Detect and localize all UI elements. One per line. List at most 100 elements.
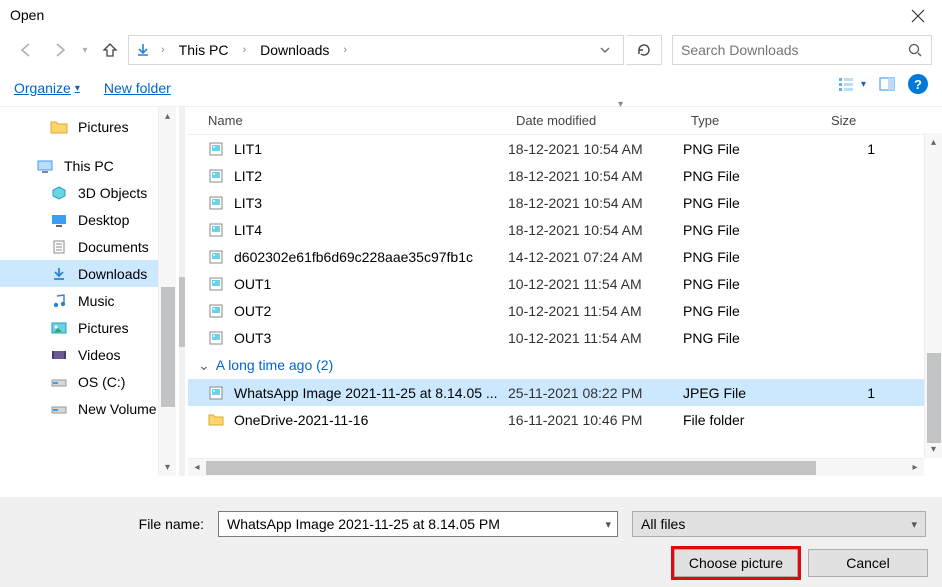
file-type: JPEG File [683, 385, 823, 401]
pane-splitter[interactable] [176, 107, 188, 476]
sidebar-item-this-pc[interactable]: This PC [0, 152, 176, 179]
up-button[interactable] [94, 34, 126, 66]
chevron-down-icon: ⌄ [198, 357, 210, 374]
view-options[interactable]: ▾ [837, 75, 866, 93]
column-type[interactable]: Type [683, 113, 823, 128]
sidebar-item-documents[interactable]: Documents [0, 233, 176, 260]
sidebar-item-downloads[interactable]: Downloads [0, 260, 176, 287]
scroll-left-icon[interactable]: ◂ [188, 459, 206, 476]
date-group-header[interactable]: ⌄ A long time ago (2) [188, 351, 942, 379]
scroll-down-icon[interactable]: ▾ [925, 440, 942, 458]
chevron-down-icon[interactable]: ▾ [911, 518, 917, 531]
sidebar-item-pictures[interactable]: Pictures [0, 113, 176, 140]
sidebar-scrollbar[interactable]: ▴ ▾ [158, 107, 176, 476]
file-row[interactable]: LIT3 18-12-2021 10:54 AMPNG File [188, 189, 942, 216]
navigation-bar: ▾ › This PC › Downloads › [0, 30, 942, 70]
sidebar-item-3d-objects[interactable]: 3D Objects [0, 179, 176, 206]
file-row[interactable]: LIT418-12-2021 10:54 AMPNG File [188, 216, 942, 243]
file-row[interactable]: d602302e61fb6d69c228aae35c97fb1c 14-12-20… [188, 243, 942, 270]
file-date: 14-12-2021 07:24 AM [508, 249, 683, 265]
image-file-icon [208, 249, 224, 265]
file-row[interactable]: OUT310-12-2021 11:54 AMPNG File [188, 324, 942, 351]
drive-icon [50, 401, 68, 417]
file-row[interactable]: LIT118-12-2021 10:54 AMPNG File1 [188, 135, 942, 162]
desktop-icon [50, 212, 68, 228]
pc-icon [36, 158, 54, 174]
details-view-icon [837, 75, 855, 93]
sidebar-item-new-volume-d-[interactable]: New Volume (D:) [0, 395, 176, 422]
breadcrumb-downloads[interactable]: Downloads [256, 40, 333, 60]
scroll-up-icon[interactable]: ▴ [159, 107, 176, 125]
file-name: d602302e61fb6d69c228aae35c97fb1c [234, 249, 473, 265]
file-type: File folder [683, 412, 823, 428]
sidebar-item-label: OS (C:) [78, 374, 125, 390]
column-date[interactable]: Date modified [508, 113, 683, 128]
group-label: A long time ago (2) [216, 357, 334, 373]
scroll-thumb[interactable] [927, 353, 941, 443]
forward-button[interactable] [44, 34, 76, 66]
file-row[interactable]: OUT110-12-2021 11:54 AMPNG File [188, 270, 942, 297]
chevron-down-icon[interactable]: ▾ [605, 518, 611, 531]
file-name: LIT3 [234, 195, 262, 211]
close-icon[interactable] [908, 6, 928, 26]
new-folder-button[interactable]: New folder [104, 80, 171, 96]
column-size[interactable]: Size [823, 113, 883, 128]
search-icon [907, 42, 923, 58]
filename-combobox[interactable]: ▾ [218, 511, 618, 537]
file-type: PNG File [683, 330, 823, 346]
refresh-button[interactable] [626, 35, 662, 65]
file-size: 1 [823, 385, 883, 401]
filetype-filter[interactable]: All files ▾ [632, 511, 926, 537]
file-row[interactable]: WhatsApp Image 2021-11-25 at 8.14.05 ...… [188, 379, 942, 406]
file-date: 18-12-2021 10:54 AM [508, 195, 683, 211]
toolbar: Organize ▾ New folder ▾ ? [0, 70, 942, 106]
scroll-right-icon[interactable]: ▸ [906, 459, 924, 476]
choose-picture-button[interactable]: Choose picture [674, 549, 798, 577]
back-button[interactable] [10, 34, 42, 66]
file-row[interactable]: OUT210-12-2021 11:54 AMPNG File [188, 297, 942, 324]
file-name: OUT1 [234, 276, 271, 292]
filename-input[interactable] [225, 515, 611, 533]
breadcrumb-this-pc[interactable]: This PC [175, 40, 233, 60]
file-row[interactable]: LIT218-12-2021 10:54 AMPNG File [188, 162, 942, 189]
sidebar-item-pictures[interactable]: Pictures [0, 314, 176, 341]
file-date: 10-12-2021 11:54 AM [508, 276, 683, 292]
file-date: 18-12-2021 10:54 AM [508, 222, 683, 238]
search-input[interactable] [679, 41, 925, 59]
music-icon [50, 293, 68, 309]
file-type: PNG File [683, 168, 823, 184]
sidebar-item-desktop[interactable]: Desktop [0, 206, 176, 233]
organize-menu[interactable]: Organize ▾ [14, 80, 80, 96]
cancel-button[interactable]: Cancel [808, 549, 928, 577]
file-date: 16-11-2021 10:46 PM [508, 412, 683, 428]
address-dropdown-icon[interactable] [593, 44, 617, 56]
column-name[interactable]: Name [188, 113, 508, 128]
scroll-up-icon[interactable]: ▴ [925, 133, 942, 151]
address-bar[interactable]: › This PC › Downloads › [128, 35, 624, 65]
recent-dropdown-icon[interactable]: ▾ [78, 34, 92, 66]
preview-pane-button[interactable] [878, 75, 896, 93]
sidebar-item-label: This PC [64, 158, 114, 174]
file-type: PNG File [683, 195, 823, 211]
scroll-thumb[interactable] [161, 287, 175, 407]
filename-label: File name: [10, 516, 210, 532]
chevron-right-icon: › [339, 44, 351, 56]
filelist-vscrollbar[interactable]: ▴ ▾ [924, 133, 942, 458]
search-box[interactable] [672, 35, 932, 65]
sidebar-item-videos[interactable]: Videos [0, 341, 176, 368]
sidebar-item-music[interactable]: Music [0, 287, 176, 314]
file-type: PNG File [683, 222, 823, 238]
file-name: LIT1 [234, 141, 262, 157]
image-file-icon [208, 276, 224, 292]
image-file-icon [208, 222, 224, 238]
file-date: 25-11-2021 08:22 PM [508, 385, 683, 401]
scroll-thumb[interactable] [206, 461, 816, 475]
help-button[interactable]: ? [908, 74, 928, 94]
file-row[interactable]: OneDrive-2021-11-1616-11-2021 10:46 PMFi… [188, 406, 942, 433]
file-date: 10-12-2021 11:54 AM [508, 330, 683, 346]
sidebar-item-os-c-[interactable]: OS (C:) [0, 368, 176, 395]
scroll-down-icon[interactable]: ▾ [159, 458, 176, 476]
docs-icon [50, 239, 68, 255]
chevron-down-icon[interactable]: ▾ [618, 99, 623, 110]
filelist-hscrollbar[interactable]: ◂ ▸ [188, 458, 924, 476]
